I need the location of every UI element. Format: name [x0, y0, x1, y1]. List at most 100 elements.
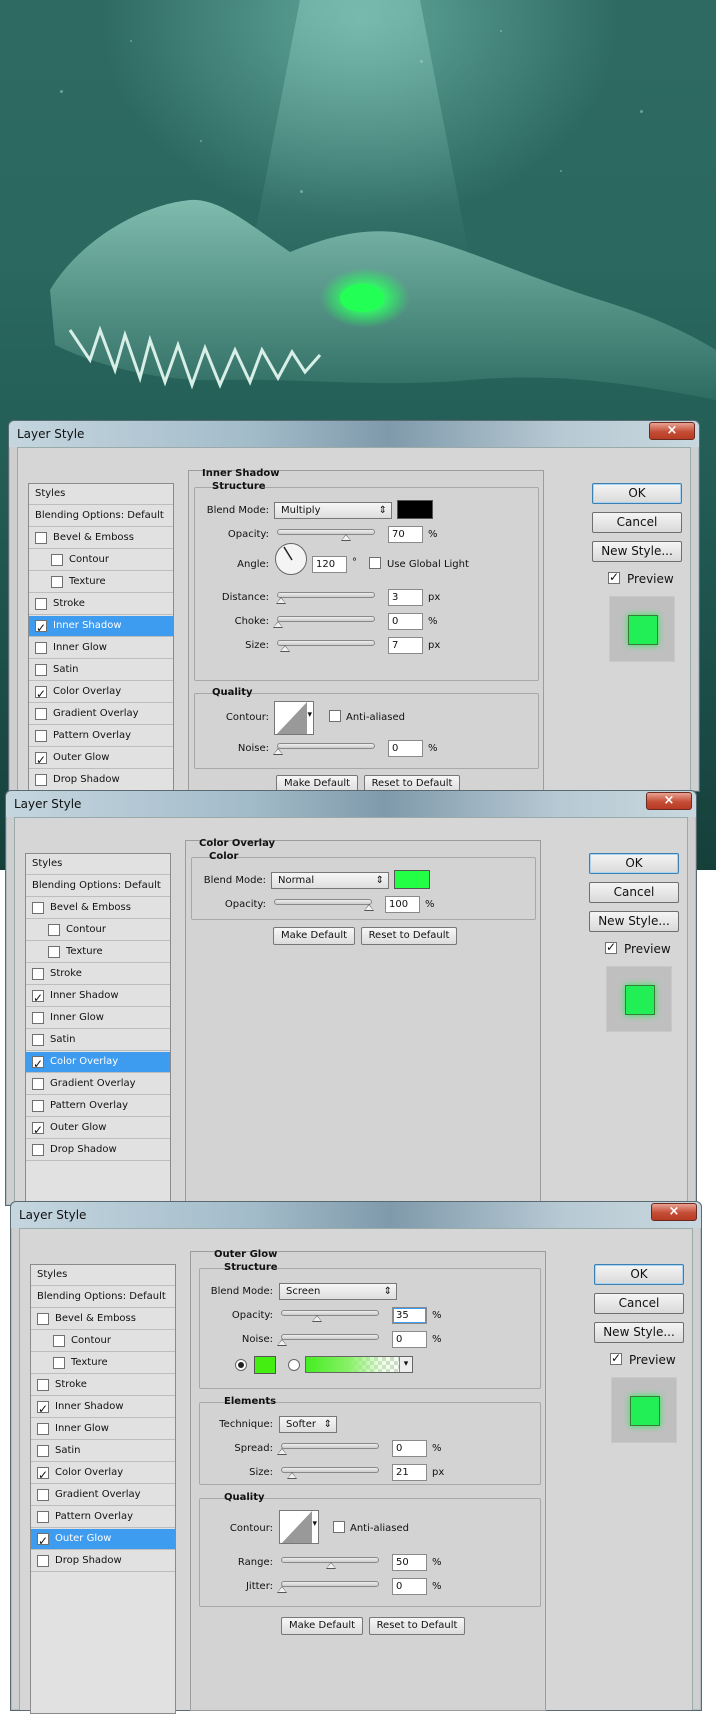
- size-slider[interactable]: [281, 1467, 379, 1479]
- style-item-checkbox[interactable]: [53, 1335, 65, 1347]
- opacity-slider-thumb[interactable]: [312, 1315, 322, 1322]
- choke-slider[interactable]: [273, 616, 375, 628]
- style-item-checkbox[interactable]: [32, 902, 44, 914]
- style-item-checkbox[interactable]: [32, 1012, 44, 1024]
- spread-slider[interactable]: [277, 1443, 379, 1455]
- new-style-button[interactable]: New Style...: [594, 1322, 684, 1343]
- cancel-button[interactable]: Cancel: [594, 1293, 684, 1314]
- style-item-texture[interactable]: Texture: [26, 942, 170, 963]
- style-item-checkbox[interactable]: [48, 946, 60, 958]
- style-item-checkbox[interactable]: [37, 1313, 49, 1325]
- anti-aliased-checkbox[interactable]: [333, 1521, 345, 1533]
- close-button[interactable]: ×: [649, 422, 695, 440]
- reset-to-default-button[interactable]: Reset to Default: [361, 927, 457, 945]
- ok-button[interactable]: OK: [589, 853, 679, 874]
- style-item-checkbox[interactable]: [37, 1445, 49, 1457]
- range-field[interactable]: 50: [392, 1554, 427, 1571]
- style-item-bevel-emboss[interactable]: Bevel & Emboss: [31, 1309, 175, 1330]
- spread-field[interactable]: 0: [392, 1440, 427, 1457]
- cancel-button[interactable]: Cancel: [589, 882, 679, 903]
- style-item-checkbox[interactable]: [35, 618, 47, 638]
- style-item-drop-shadow[interactable]: Drop Shadow: [29, 770, 173, 791]
- style-item-checkbox[interactable]: [51, 554, 63, 566]
- style-item-stroke[interactable]: Stroke: [31, 1375, 175, 1396]
- style-item-stroke[interactable]: Stroke: [29, 594, 173, 615]
- style-item-outer-glow[interactable]: Outer Glow: [31, 1529, 175, 1551]
- blending-options-item[interactable]: Blending Options: Default: [31, 1287, 175, 1308]
- style-item-checkbox[interactable]: [51, 576, 63, 588]
- style-item-checkbox[interactable]: [37, 1399, 49, 1419]
- jitter-field[interactable]: 0: [392, 1578, 427, 1595]
- noise-field[interactable]: 0: [388, 740, 423, 757]
- new-style-button[interactable]: New Style...: [592, 541, 682, 562]
- style-item-gradient-overlay[interactable]: Gradient Overlay: [29, 704, 173, 725]
- blend-mode-select[interactable]: Normal: [271, 872, 389, 889]
- style-item-contour[interactable]: Contour: [26, 920, 170, 941]
- anti-aliased-checkbox[interactable]: [329, 710, 341, 722]
- noise-slider-thumb[interactable]: [273, 748, 283, 755]
- range-slider[interactable]: [281, 1557, 379, 1569]
- opacity-field[interactable]: 35: [392, 1307, 427, 1324]
- style-item-bevel-emboss[interactable]: Bevel & Emboss: [29, 528, 173, 549]
- style-item-outer-glow[interactable]: Outer Glow: [29, 748, 173, 770]
- dialog-titlebar[interactable]: Layer Style: [11, 1202, 701, 1228]
- noise-slider[interactable]: [273, 743, 375, 755]
- blend-mode-select[interactable]: Screen: [279, 1283, 397, 1300]
- style-item-checkbox[interactable]: [35, 730, 47, 742]
- style-item-bevel-emboss[interactable]: Bevel & Emboss: [26, 898, 170, 919]
- style-item-checkbox[interactable]: [37, 1555, 49, 1567]
- solid-color-radio[interactable]: [235, 1359, 247, 1371]
- style-item-checkbox[interactable]: [35, 664, 47, 676]
- gradient-radio[interactable]: [288, 1359, 300, 1371]
- style-item-checkbox[interactable]: [35, 532, 47, 544]
- opacity-slider[interactable]: [277, 529, 375, 541]
- reset-to-default-button[interactable]: Reset to Default: [369, 1617, 465, 1635]
- style-item-color-overlay[interactable]: Color Overlay: [29, 682, 173, 704]
- style-item-pattern-overlay[interactable]: Pattern Overlay: [26, 1096, 170, 1117]
- style-item-checkbox[interactable]: [32, 968, 44, 980]
- make-default-button[interactable]: Make Default: [281, 1617, 363, 1635]
- noise-field[interactable]: 0: [392, 1331, 427, 1348]
- opacity-slider[interactable]: [281, 1310, 379, 1322]
- size-slider-thumb[interactable]: [280, 645, 290, 652]
- preview-checkbox[interactable]: [608, 570, 620, 584]
- shadow-color-swatch[interactable]: [397, 500, 433, 519]
- style-item-inner-shadow[interactable]: Inner Shadow: [31, 1397, 175, 1419]
- style-item-checkbox[interactable]: [37, 1489, 49, 1501]
- noise-slider-thumb[interactable]: [277, 1339, 287, 1346]
- style-item-checkbox[interactable]: [35, 684, 47, 704]
- style-item-gradient-overlay[interactable]: Gradient Overlay: [31, 1485, 175, 1506]
- jitter-slider-thumb[interactable]: [277, 1586, 287, 1593]
- style-item-checkbox[interactable]: [37, 1423, 49, 1435]
- choke-field[interactable]: 0: [388, 613, 423, 630]
- ok-button[interactable]: OK: [594, 1264, 684, 1285]
- style-item-color-overlay[interactable]: Color Overlay: [26, 1052, 170, 1074]
- style-item-checkbox[interactable]: [35, 708, 47, 720]
- style-item-checkbox[interactable]: [37, 1379, 49, 1391]
- range-slider-thumb[interactable]: [326, 1562, 336, 1569]
- size-slider-thumb[interactable]: [287, 1472, 297, 1479]
- styles-header[interactable]: Styles: [29, 484, 173, 505]
- close-button[interactable]: ×: [651, 1203, 697, 1221]
- preview-checkbox[interactable]: [605, 940, 617, 954]
- blend-mode-select[interactable]: Multiply: [274, 502, 392, 519]
- spread-slider-thumb[interactable]: [277, 1448, 287, 1455]
- style-item-checkbox[interactable]: [35, 750, 47, 770]
- distance-field[interactable]: 3: [388, 589, 423, 606]
- size-field[interactable]: 7: [388, 637, 423, 654]
- distance-slider-thumb[interactable]: [276, 597, 286, 604]
- style-item-inner-glow[interactable]: Inner Glow: [31, 1419, 175, 1440]
- style-item-drop-shadow[interactable]: Drop Shadow: [26, 1140, 170, 1161]
- size-field[interactable]: 21: [392, 1464, 427, 1481]
- style-item-contour[interactable]: Contour: [29, 550, 173, 571]
- style-item-checkbox[interactable]: [32, 1100, 44, 1112]
- choke-slider-thumb[interactable]: [273, 621, 283, 628]
- style-item-checkbox[interactable]: [37, 1511, 49, 1523]
- style-item-satin[interactable]: Satin: [29, 660, 173, 681]
- size-slider[interactable]: [277, 640, 375, 652]
- make-default-button[interactable]: Make Default: [273, 927, 355, 945]
- opacity-slider-thumb[interactable]: [364, 904, 374, 911]
- style-item-gradient-overlay[interactable]: Gradient Overlay: [26, 1074, 170, 1095]
- angle-dial[interactable]: [275, 543, 307, 575]
- style-item-checkbox[interactable]: [53, 1357, 65, 1369]
